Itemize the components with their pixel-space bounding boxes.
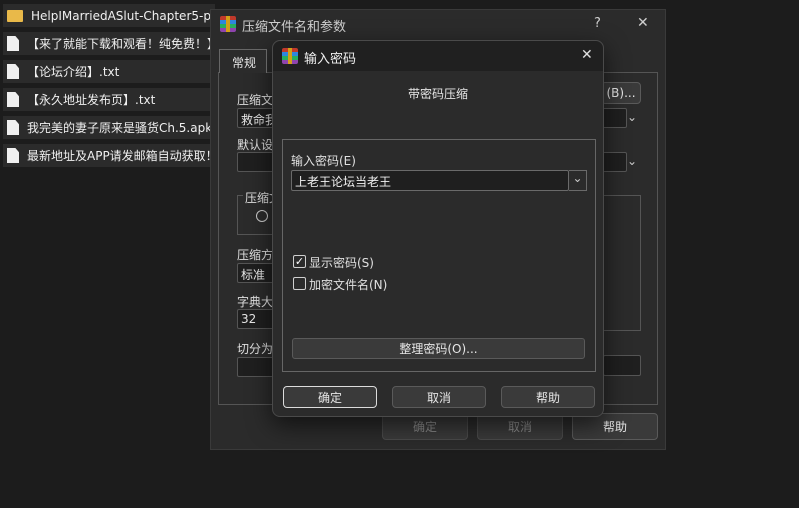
dict-select[interactable]: 32 [237,309,277,329]
chevron-down-icon[interactable]: ⌄ [569,170,587,191]
folder-icon [7,9,23,22]
desktop-file-name: 我完美的妻子原来是骚货Ch.5.apk [27,121,213,135]
enter-password-label: 输入密码(E) [291,154,356,168]
desktop-file-item[interactable]: 【来了就能下载和观看！纯免费！】 [3,32,215,55]
organize-passwords-button[interactable]: 整理密码(O)... [292,338,585,359]
desktop-file-item[interactable]: HelpIMarriedASlut-Chapter5-pc [3,4,215,27]
winrar-icon [282,48,298,64]
ok-button[interactable]: 确定 [283,386,377,408]
document-icon [7,148,19,163]
ok-button-label: 确定 [412,420,437,434]
show-password-checkbox[interactable]: ✓ [293,255,306,268]
desktop-file-name: 【论坛介绍】.txt [27,65,120,79]
right-field[interactable] [603,355,641,376]
chevron-down-icon[interactable]: ⌄ [627,154,643,170]
password-heading: 带密码压缩 [407,87,468,101]
format-radio[interactable] [256,210,268,222]
desktop-file-name: 【永久地址发布页】.txt [27,93,156,107]
chevron-down-icon[interactable]: ⌄ [627,110,643,126]
desktop-file-name: HelpIMarriedASlut-Chapter5-pc [31,8,215,23]
help-button-label: 帮助 [602,420,627,434]
desktop-file-item[interactable]: 最新地址及APP请发邮箱自动获取！ [3,144,215,167]
desktop-file-name: 【来了就能下载和观看！纯免费！】 [27,37,215,51]
document-icon [7,120,19,135]
winrar-icon [220,16,236,32]
method-label: 压缩方 [237,248,274,262]
options-panel [603,195,641,331]
ok-button-label: 确定 [317,390,342,405]
help-button-label: 帮助 [535,390,560,405]
browse-button-label: (B)... [606,86,636,100]
desktop-file-item[interactable]: 我完美的妻子原来是骚货Ch.5.apk [3,116,215,139]
cancel-button[interactable]: 取消 [477,413,563,440]
password-input[interactable]: 上老王论坛当老王 [291,170,569,191]
close-icon[interactable]: ✕ [637,15,649,31]
cancel-button-label: 取消 [426,390,451,405]
ok-button[interactable]: 确定 [382,413,468,440]
browse-button[interactable]: (B)... [601,82,641,104]
help-button[interactable]: 帮助 [501,386,595,408]
document-icon [7,92,19,107]
dict-label: 字典大 [237,295,274,309]
help-button[interactable]: 帮助 [572,413,658,440]
help-icon[interactable]: ? [594,16,601,31]
desktop-file-name: 最新地址及APP请发邮箱自动获取！ [27,149,215,163]
password-dialog: 输入密码 ✕ 带密码压缩 输入密码(E) 上老王论坛当老王 ⌄ ✓ 显示密码(S… [272,40,604,417]
show-password-label: 显示密码(S) [309,256,374,270]
archive-name-label: 压缩文 [237,93,274,107]
document-icon [7,36,19,51]
desktop-file-item[interactable]: 【论坛介绍】.txt [3,60,215,83]
tab-general[interactable]: 常规 [219,49,267,73]
checkmark-icon: ✓ [294,255,305,268]
dict-value: 32 [241,312,257,326]
default-label: 默认设 [237,138,274,152]
tab-general-label: 常规 [232,56,257,70]
document-icon [7,64,19,79]
close-icon[interactable]: ✕ [581,47,593,63]
method-select[interactable]: 标准 [237,263,277,283]
organize-passwords-label: 整理密码(O)... [399,342,478,356]
cancel-button[interactable]: 取消 [392,386,486,408]
encrypt-names-label: 加密文件名(N) [309,278,388,292]
encrypt-names-checkbox[interactable] [293,277,306,290]
cancel-button-label: 取消 [507,420,532,434]
password-value: 上老王论坛当老王 [295,175,392,189]
method-value: 标准 [241,268,266,282]
split-label: 切分为 [237,342,274,356]
dialog-title: 压缩文件名和参数 [242,20,347,35]
split-input[interactable] [237,357,277,377]
password-dialog-title: 输入密码 [304,52,357,67]
desktop-file-item[interactable]: 【永久地址发布页】.txt [3,88,215,111]
